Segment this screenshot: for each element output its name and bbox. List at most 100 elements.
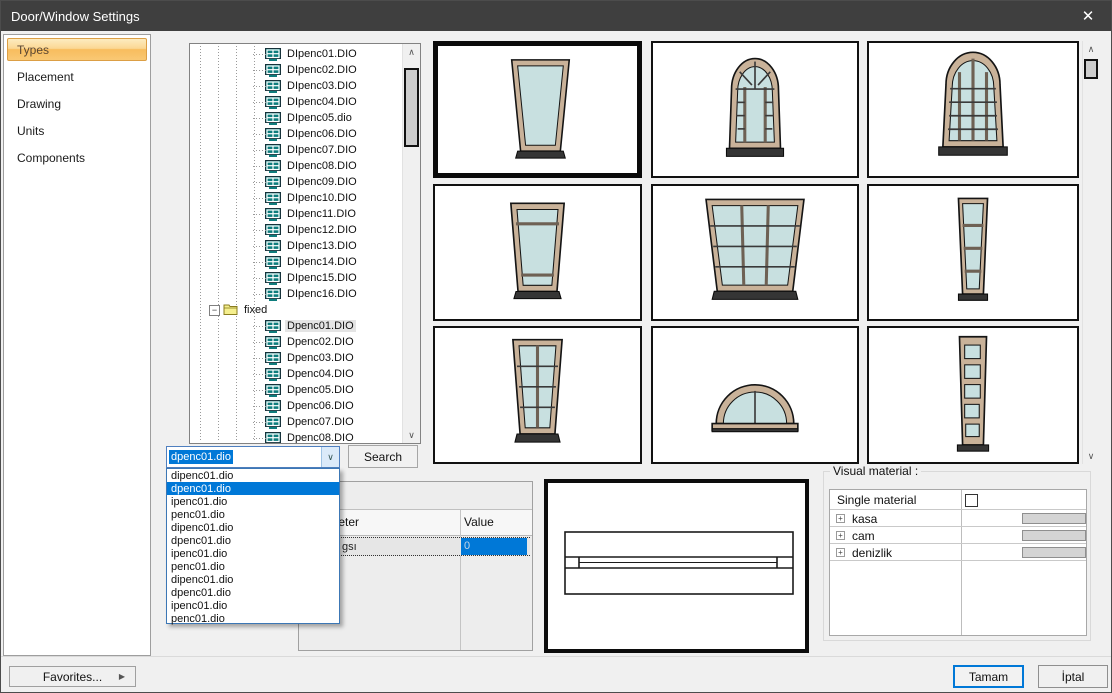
tree-item-label: DIpenc10.DIO <box>285 192 359 204</box>
thumbnail-narrow-stacked-pane-window[interactable] <box>867 184 1079 321</box>
parameter-value-cell[interactable]: 0 <box>461 538 527 555</box>
tree-connector <box>253 118 266 119</box>
tree-item-DIpenc16.DIO[interactable]: DIpenc16.DIO <box>190 286 402 302</box>
tree-item-DIpenc06.DIO[interactable]: DIpenc06.DIO <box>190 126 402 142</box>
tree-item-DIpenc07.DIO[interactable]: DIpenc07.DIO <box>190 142 402 158</box>
dropdown-item[interactable]: penc01.dio <box>167 612 339 625</box>
tree-item-DIpenc11.DIO[interactable]: DIpenc11.DIO <box>190 206 402 222</box>
sidebar-item-types[interactable]: Types <box>7 38 147 61</box>
tree-connector <box>253 54 266 55</box>
favorites-button[interactable]: Favorites... ▶ <box>9 666 136 687</box>
window-drawing <box>653 43 857 176</box>
combobox-dropdown-button[interactable]: ∨ <box>321 447 339 467</box>
sidebar-item-units[interactable]: Units <box>7 119 147 142</box>
tree-item-DIpenc03.DIO[interactable]: DIpenc03.DIO <box>190 78 402 94</box>
thumbnail-wide-trapezoid-grid-window[interactable] <box>651 184 859 321</box>
dropdown-item[interactable]: dipenc01.dio <box>167 521 339 534</box>
window-file-icon <box>265 288 281 301</box>
tree-scrollbar[interactable]: ∧ ∨ <box>402 44 420 443</box>
dropdown-item[interactable]: ipenc01.dio <box>167 599 339 612</box>
dropdown-item[interactable]: dpenc01.dio <box>167 586 339 599</box>
tree-item-label: Dpenc07.DIO <box>285 416 356 428</box>
tree-item-label: Dpenc02.DIO <box>285 336 356 348</box>
tree-item-DIpenc02.DIO[interactable]: DIpenc02.DIO <box>190 62 402 78</box>
tree-item-DIpenc13.DIO[interactable]: DIpenc13.DIO <box>190 238 402 254</box>
dropdown-item[interactable]: penc01.dio <box>167 508 339 521</box>
expand-plus-icon[interactable]: + <box>836 548 845 557</box>
tree-item-Dpenc04.DIO[interactable]: Dpenc04.DIO <box>190 366 402 382</box>
collapse-icon[interactable]: − <box>209 305 220 316</box>
cancel-button-label: İptal <box>1062 670 1085 684</box>
thumbnail-narrow-thick-frame-window[interactable] <box>867 326 1079 464</box>
thumbnail-scrollbar-thumb[interactable] <box>1084 59 1098 79</box>
dropdown-item[interactable]: penc01.dio <box>167 560 339 573</box>
window-drawing <box>869 186 1077 319</box>
material-row-kasa[interactable]: +kasa <box>830 510 1086 527</box>
single-material-checkbox[interactable] <box>965 494 978 507</box>
cancel-button[interactable]: İptal <box>1038 665 1108 688</box>
tree-item-fixed[interactable]: −fixed <box>190 302 402 318</box>
tree-item-DIpenc01.DIO[interactable]: DIpenc01.DIO <box>190 46 402 62</box>
sidebar-item-drawing[interactable]: Drawing <box>7 92 147 115</box>
tree-item-DIpenc12.DIO[interactable]: DIpenc12.DIO <box>190 222 402 238</box>
tree-item-DIpenc15.DIO[interactable]: DIpenc15.DIO <box>190 270 402 286</box>
thumbnail-arched-window-side-panes[interactable] <box>651 41 859 178</box>
material-row-cam[interactable]: + cam <box>830 527 1086 544</box>
expand-plus-icon[interactable]: + <box>836 514 845 523</box>
dropdown-item[interactable]: ipenc01.dio <box>167 495 339 508</box>
tree-item-Dpenc02.DIO[interactable]: Dpenc02.DIO <box>190 334 402 350</box>
search-button[interactable]: Search <box>348 445 418 468</box>
scroll-down-icon[interactable]: ∨ <box>403 427 420 443</box>
ok-button[interactable]: Tamam <box>953 665 1024 688</box>
type-file-tree: DIpenc01.DIODIpenc02.DIO DIpenc03.DIO DIpe… <box>189 43 421 444</box>
dropdown-item[interactable]: ipenc01.dio <box>167 547 339 560</box>
thumbnail-tapered-grid-window-2x4[interactable] <box>433 326 642 464</box>
material-row-denizlik[interactable]: +denizlik <box>830 544 1086 561</box>
parameter-name: gsı <box>342 541 357 553</box>
tree-item-Dpenc06.DIO[interactable]: Dpenc06.DIO <box>190 398 402 414</box>
type-search-combobox[interactable]: dpenc01.dio ∨ <box>166 446 340 468</box>
footer-separator <box>1 656 1111 657</box>
tree-scrollbar-thumb[interactable] <box>404 68 419 147</box>
tree-connector <box>253 438 266 439</box>
tree-item-DIpenc05.dio[interactable]: DIpenc05.dio <box>190 110 402 126</box>
chevron-down-icon: ∨ <box>327 452 334 463</box>
thumbnail-half-round-window[interactable] <box>651 326 859 464</box>
material-label: cam <box>852 529 875 543</box>
door-window-settings-dialog: Door/Window Settings ✕ TypesPlacementDra… <box>0 0 1112 693</box>
material-color-swatch[interactable] <box>1022 547 1086 558</box>
thumbnail-arched-window-full-grid[interactable] <box>867 41 1079 178</box>
tree-item-DIpenc09.DIO[interactable]: DIpenc09.DIO <box>190 174 402 190</box>
tree-item-Dpenc08.DIO[interactable]: Dpenc08.DIO <box>190 430 402 443</box>
material-color-swatch[interactable] <box>1022 530 1086 541</box>
close-icon[interactable]: ✕ <box>1071 1 1105 31</box>
window-file-icon <box>265 400 281 413</box>
thumbnail-tapered-plain-window[interactable] <box>433 41 642 178</box>
dropdown-item[interactable]: dipenc01.dio <box>167 573 339 586</box>
window-file-icon <box>265 192 281 205</box>
tree-item-DIpenc04.DIO[interactable]: DIpenc04.DIO <box>190 94 402 110</box>
expand-plus-icon[interactable]: + <box>836 531 845 540</box>
dropdown-item[interactable]: dpenc01.dio <box>167 482 339 495</box>
thumbnail-tapered-window-transom[interactable] <box>433 184 642 321</box>
tree-item-DIpenc10.DIO[interactable]: DIpenc10.DIO <box>190 190 402 206</box>
material-color-swatch[interactable] <box>1022 513 1086 524</box>
tree-item-Dpenc01.DIO[interactable]: Dpenc01.DIO <box>190 318 402 334</box>
combobox-value[interactable]: dpenc01.dio <box>169 450 233 464</box>
dropdown-item[interactable]: dpenc01.dio <box>167 534 339 547</box>
sidebar-item-placement[interactable]: Placement <box>7 65 147 88</box>
tree-item-Dpenc05.DIO[interactable]: Dpenc05.DIO <box>190 382 402 398</box>
thumbnail-scrollbar[interactable]: ∧ ∨ <box>1082 41 1099 464</box>
dropdown-item[interactable]: dipenc01.dio <box>167 469 339 482</box>
tree-item-Dpenc07.DIO[interactable]: Dpenc07.DIO <box>190 414 402 430</box>
tree-item-DIpenc08.DIO[interactable]: DIpenc08.DIO <box>190 158 402 174</box>
scroll-down-icon[interactable]: ∨ <box>1083 448 1099 464</box>
tree-item-Dpenc03.DIO[interactable]: Dpenc03.DIO <box>190 350 402 366</box>
scroll-up-icon[interactable]: ∧ <box>1083 41 1099 57</box>
scroll-up-icon[interactable]: ∧ <box>403 44 420 60</box>
tree-item-DIpenc14.DIO[interactable]: DIpenc14.DIO <box>190 254 402 270</box>
tree-item-label: DIpenc05.dio <box>285 112 354 124</box>
sidebar-item-components[interactable]: Components <box>7 146 147 169</box>
tree-item-label: DIpenc04.DIO <box>285 96 359 108</box>
tree-item-label: DIpenc03.DIO <box>285 80 359 92</box>
